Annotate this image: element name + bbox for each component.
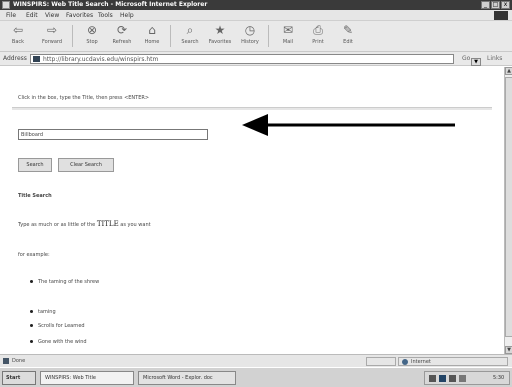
clear-search-button[interactable]: Clear Search — [58, 158, 114, 172]
history-icon: ◷ — [244, 23, 256, 37]
bullet-icon — [30, 324, 33, 327]
list-item: Scrolls for Learned — [30, 323, 85, 329]
address-input[interactable]: http://library.ucdavis.edu/winspirs.htm … — [30, 54, 481, 66]
menu-favorites[interactable]: Favorites — [66, 10, 93, 21]
status-pane — [366, 357, 396, 366]
start-button[interactable]: Start — [2, 371, 36, 385]
toolbar-separator — [72, 25, 73, 47]
search-icon: ⌕ — [186, 23, 194, 37]
stop-icon: ⊗ — [86, 23, 98, 37]
address-bar: Address http://library.ucdavis.edu/winsp… — [0, 52, 512, 66]
home-icon: ⌂ — [148, 23, 156, 37]
scroll-up-icon[interactable]: ▲ — [505, 67, 512, 75]
menu-file[interactable]: File — [6, 10, 16, 21]
vertical-scrollbar[interactable]: ▲ ▼ — [504, 67, 512, 354]
page-content: Click in the box, type the Title, then p… — [0, 67, 504, 354]
search-button[interactable]: Search — [18, 158, 52, 172]
bullet-icon — [30, 280, 33, 283]
favorites-button[interactable]: ★ Favorites — [206, 23, 234, 49]
list-item: Gone with the wind — [30, 339, 87, 345]
mail-button[interactable]: ✉ Mail — [274, 23, 302, 49]
refresh-icon: ⟳ — [116, 23, 128, 37]
title-search-input[interactable] — [18, 129, 208, 140]
menu-help[interactable]: Help — [120, 10, 134, 21]
bullet-icon — [30, 340, 33, 343]
scroll-down-icon[interactable]: ▼ — [505, 346, 512, 354]
refresh-button[interactable]: ⟳ Refresh — [108, 23, 136, 49]
tray-icon[interactable] — [439, 375, 446, 382]
globe-icon — [402, 359, 408, 365]
window-controls: _ □ x — [481, 1, 510, 9]
address-url: http://library.ucdavis.edu/winspirs.htm — [43, 56, 159, 63]
history-button[interactable]: ◷ History — [236, 23, 264, 49]
example-label: for example: — [18, 252, 50, 258]
edit-icon: ✎ — [342, 23, 354, 37]
menu-view[interactable]: View — [45, 10, 59, 21]
status-text: Done — [12, 358, 26, 364]
forward-button[interactable]: ⇨ Forward — [38, 23, 66, 49]
links-button[interactable]: Links — [487, 55, 502, 62]
instruction-text: Click in the box, type the Title, then p… — [18, 95, 150, 101]
menu-edit[interactable]: Edit — [26, 10, 38, 21]
back-arrow-icon: ⇦ — [12, 23, 24, 37]
tray-icon[interactable] — [459, 375, 466, 382]
minimize-button[interactable]: _ — [481, 1, 490, 9]
list-item: taming — [30, 309, 56, 315]
home-button[interactable]: ⌂ Home — [138, 23, 166, 49]
tray-icon[interactable] — [429, 375, 436, 382]
description-text: Type as much or as little of the TITLE a… — [18, 220, 151, 228]
forward-arrow-icon: ⇨ — [46, 23, 58, 37]
window-titlebar: WINSPIRS: Web Title Search - Microsoft I… — [0, 0, 512, 10]
toolbar-separator — [268, 25, 269, 47]
clock: 5:30 PM — [493, 375, 505, 381]
taskbar-item-winspirs[interactable]: WINSPIRS: Web Title — [40, 371, 134, 385]
windows-logo-icon — [494, 11, 508, 20]
address-label: Address — [3, 55, 27, 62]
title-word: TITLE — [96, 220, 119, 228]
print-icon: ⎙ — [313, 23, 323, 37]
bullet-icon — [30, 310, 33, 313]
chevron-down-icon[interactable]: ▼ — [471, 58, 481, 66]
menubar: File Edit View Favorites Tools Help — [0, 10, 512, 21]
status-bar: Done Internet — [0, 354, 512, 367]
scroll-thumb[interactable] — [505, 77, 512, 337]
toolbar-separator — [170, 25, 171, 47]
security-zone: Internet — [398, 357, 508, 366]
favorites-icon: ★ — [214, 23, 226, 37]
go-button[interactable]: Go — [462, 55, 470, 62]
standard-toolbar: ⇦ Back ⇨ Forward ⊗ Stop ⟳ Refresh ⌂ Home… — [0, 21, 512, 52]
stop-button[interactable]: ⊗ Stop — [78, 23, 106, 49]
edit-button[interactable]: ✎ Edit — [334, 23, 362, 49]
maximize-button[interactable]: □ — [491, 1, 500, 9]
menu-tools[interactable]: Tools — [98, 10, 113, 21]
search-button-toolbar[interactable]: ⌕ Search — [176, 23, 204, 49]
taskbar-item-word[interactable]: Microsoft Word - Explor. doc — [138, 371, 236, 385]
list-item: The taming of the shrew — [30, 279, 99, 285]
close-button[interactable]: x — [501, 1, 510, 9]
system-tray: 5:30 PM — [424, 371, 510, 385]
page-status-icon — [3, 358, 9, 364]
print-button[interactable]: ⎙ Print — [304, 23, 332, 49]
page-icon — [33, 56, 40, 62]
back-button[interactable]: ⇦ Back — [4, 23, 32, 49]
mail-icon: ✉ — [282, 23, 294, 37]
horizontal-rule — [12, 107, 492, 110]
ie-icon — [2, 1, 10, 9]
section-heading: Title Search — [18, 193, 52, 199]
taskbar: Start WINSPIRS: Web Title Microsoft Word… — [0, 367, 512, 387]
window-title: WINSPIRS: Web Title Search - Microsoft I… — [13, 1, 208, 8]
tray-icon[interactable] — [449, 375, 456, 382]
